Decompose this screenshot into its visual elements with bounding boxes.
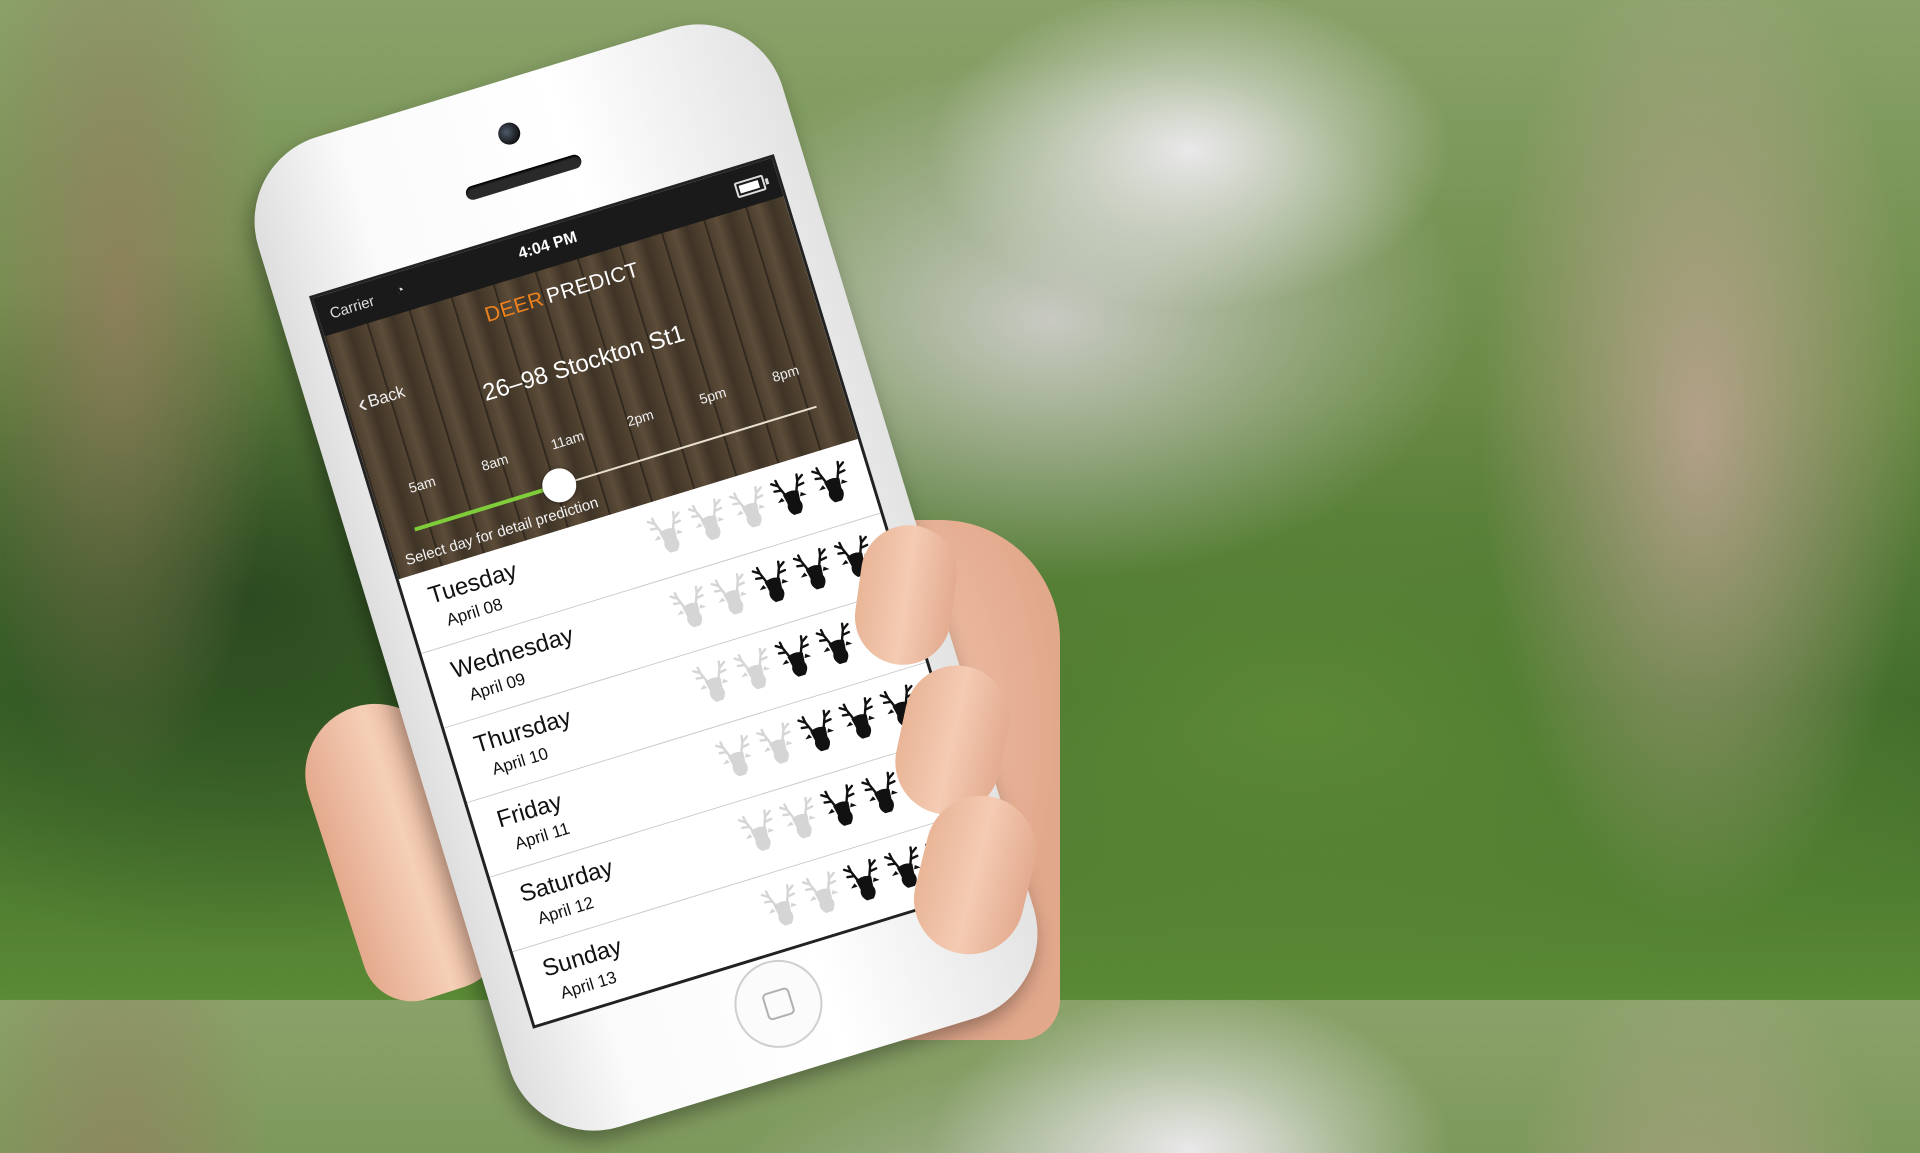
time-tick-label: 11am bbox=[548, 427, 586, 453]
deer-head-icon bbox=[824, 946, 862, 988]
time-tick-label: 2pm bbox=[624, 406, 656, 430]
earpiece-speaker bbox=[464, 153, 584, 202]
app-title-predict: PREDICT bbox=[543, 258, 642, 309]
home-square-icon bbox=[760, 986, 796, 1022]
time-tick-label: 8am bbox=[479, 450, 511, 474]
deer-head-icon bbox=[865, 933, 903, 976]
front-camera bbox=[495, 119, 523, 148]
time-tick-label: 8pm bbox=[770, 361, 801, 385]
deer-head-icon bbox=[811, 460, 848, 503]
app-title-deer: DEER bbox=[482, 287, 547, 327]
time-tick-label: 5pm bbox=[697, 383, 729, 408]
time-tick-label: 5am bbox=[406, 472, 438, 497]
